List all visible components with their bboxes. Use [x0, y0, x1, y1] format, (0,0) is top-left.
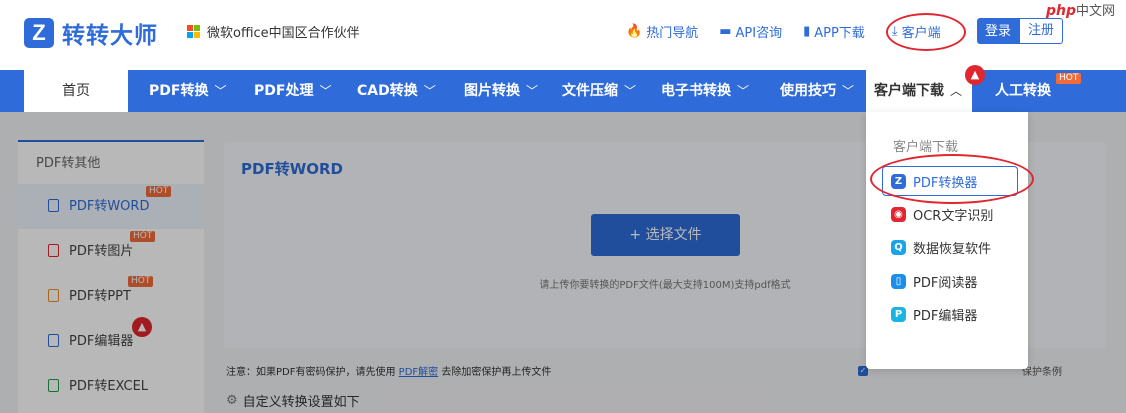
dropdown-item-ocr[interactable]: ◉ OCR文字识别 [891, 202, 993, 226]
hot-badge: HOT [1056, 73, 1082, 84]
nav-home[interactable]: 首页 [24, 70, 128, 112]
auth-buttons: 登录 注册 [977, 18, 1063, 44]
chevron-down-icon: ﹀ [214, 84, 227, 98]
nav-label: PDF处理 [254, 83, 314, 99]
nav-file-compress[interactable]: 文件压缩 ﹀ [562, 70, 636, 112]
watermark-logo: php [1046, 3, 1077, 19]
nav-label: 电子书转换 [661, 83, 731, 99]
nav-label: 图片转换 [464, 83, 520, 99]
login-button[interactable]: 登录 [977, 18, 1019, 44]
dropdown-item-label: 数据恢复软件 [913, 241, 992, 257]
phone-icon: ▮ [803, 24, 811, 39]
logo[interactable]: Z 转转大师 [24, 16, 158, 50]
dropdown-item-pdf-reader[interactable]: ▯ PDF阅读器 [891, 269, 977, 293]
nav-label: 客户端下载 [874, 83, 944, 99]
partner-badge: 微软office中国区合作伙伴 [187, 22, 360, 41]
chat-icon: ▬ [719, 24, 732, 39]
fire-icon: 🔥 [626, 24, 643, 39]
logo-text: 转转大师 [62, 23, 158, 49]
chevron-down-icon: ﹀ [423, 84, 436, 98]
dropdown-item-label: PDF阅读器 [913, 275, 978, 291]
nav-label: CAD转换 [357, 83, 418, 99]
watermark-text: 中文网 [1076, 4, 1116, 19]
nav-label: 人工转换 [995, 83, 1051, 99]
dropdown-item-label: OCR文字识别 [913, 208, 994, 224]
chevron-down-icon: ﹀ [624, 84, 637, 98]
data-recovery-app-icon: Q [891, 239, 906, 255]
chevron-down-icon: ﹀ [319, 84, 332, 98]
nav-image-convert[interactable]: 图片转换 ﹀ [464, 70, 538, 112]
fire-badge-icon: ▲ [965, 65, 985, 85]
nav-cad-convert[interactable]: CAD转换 ﹀ [357, 70, 436, 112]
nav-home-label: 首页 [62, 83, 90, 99]
chevron-down-icon: ﹀ [526, 84, 539, 98]
dropdown-item-pdf-editor[interactable]: P PDF编辑器 [891, 302, 977, 326]
nav-label: 使用技巧 [780, 83, 836, 99]
nav-client-download[interactable]: 客户端下载 ︿ [866, 70, 972, 112]
pdf-editor-app-icon: P [891, 306, 906, 322]
header: Z 转转大师 微软office中国区合作伙伴 🔥 热门导航 ▬ API咨询 ▮ … [0, 0, 1126, 70]
chevron-up-icon: ︿ [950, 84, 963, 98]
logo-mark-icon: Z [24, 18, 54, 48]
nav-tips[interactable]: 使用技巧 ﹀ [780, 70, 854, 112]
dropdown-title: 客户端下载 [893, 140, 959, 155]
app-download-link[interactable]: ▮ APP下载 [803, 22, 865, 41]
hot-nav-label: 热门导航 [646, 26, 699, 41]
nav-label: PDF转换 [149, 83, 209, 99]
pdf-reader-app-icon: ▯ [891, 273, 906, 289]
microsoft-logo-icon [187, 24, 201, 39]
nav-manual-convert[interactable]: 人工转换 [995, 70, 1051, 112]
register-button[interactable]: 注册 [1019, 18, 1063, 44]
dropdown-item-data-recovery[interactable]: Q 数据恢复软件 [891, 235, 991, 259]
hot-nav-link[interactable]: 🔥 热门导航 [626, 22, 698, 41]
chevron-down-icon: ﹀ [737, 84, 750, 98]
dropdown-item-label: PDF编辑器 [913, 308, 978, 324]
partner-text: 微软office中国区合作伙伴 [207, 26, 360, 41]
client-highlight-circle [886, 13, 966, 51]
pdf-converter-highlight-circle [870, 154, 1034, 204]
client-download-dropdown: 客户端下载 Z PDF转换器 ◉ OCR文字识别 Q 数据恢复软件 ▯ PDF阅… [866, 112, 1028, 369]
api-label: API咨询 [735, 26, 783, 41]
main-nav: 首页 PDF转换 ﹀ PDF处理 ﹀ CAD转换 ﹀ 图片转换 ﹀ 文件压缩 ﹀ 电子书转… [0, 65, 1126, 112]
nav-pdf-process[interactable]: PDF处理 ﹀ [254, 70, 331, 112]
chevron-down-icon: ﹀ [842, 84, 855, 98]
watermark: php中文网 [1046, 0, 1115, 19]
ocr-app-icon: ◉ [891, 206, 906, 222]
nav-ebook-convert[interactable]: 电子书转换 ﹀ [661, 70, 749, 112]
app-download-label: APP下载 [814, 26, 865, 41]
api-link[interactable]: ▬ API咨询 [719, 22, 782, 41]
nav-pdf-convert[interactable]: PDF转换 ﹀ [149, 70, 226, 112]
nav-label: 文件压缩 [562, 83, 618, 99]
